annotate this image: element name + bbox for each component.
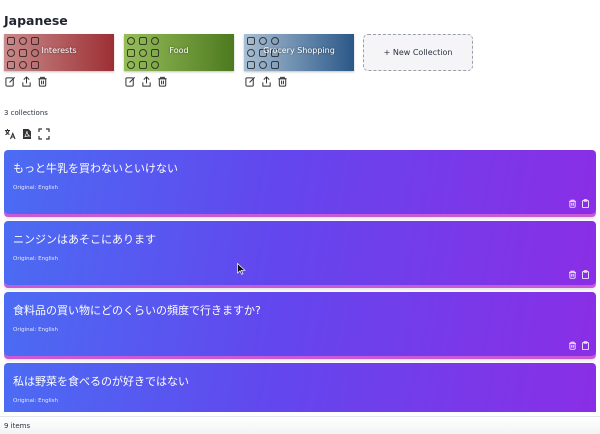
- trash-icon[interactable]: [568, 341, 577, 350]
- collection-label: Interests: [41, 46, 77, 55]
- edit-icon[interactable]: [5, 76, 16, 87]
- mouse-cursor-icon: [237, 263, 246, 275]
- collection-actions: [5, 76, 48, 87]
- clipboard-icon[interactable]: [581, 270, 590, 279]
- collection-interests: Interests: [4, 34, 114, 87]
- collections-row: Interests Food Grocery Shopping + New Co…: [4, 34, 484, 94]
- collection-actions: [245, 76, 288, 87]
- collection-grocery-shopping: Grocery Shopping: [244, 34, 354, 87]
- translate-icon[interactable]: [4, 128, 16, 140]
- collection-actions: [125, 76, 168, 87]
- original-language: Original: English: [13, 185, 58, 191]
- share-icon[interactable]: [261, 76, 272, 87]
- edit-icon[interactable]: [125, 76, 136, 87]
- phrase-card[interactable]: ニンジンはあそこにあります Original: English: [4, 221, 596, 285]
- collection-label: Food: [169, 46, 189, 55]
- phrase-text: もっと牛乳を買わないといけない: [13, 162, 178, 175]
- fullscreen-icon[interactable]: [38, 128, 50, 140]
- trash-icon[interactable]: [277, 76, 288, 87]
- trash-icon[interactable]: [568, 270, 577, 279]
- card-actions: [568, 270, 590, 279]
- collection-banner-interests[interactable]: Interests: [4, 34, 114, 71]
- original-language: Original: English: [13, 398, 58, 404]
- share-icon[interactable]: [21, 76, 32, 87]
- original-language: Original: English: [13, 256, 58, 262]
- language-title: Japanese: [4, 13, 68, 28]
- trash-icon[interactable]: [37, 76, 48, 87]
- clipboard-icon[interactable]: [581, 199, 590, 208]
- phrase-card[interactable]: もっと牛乳を買わないといけない Original: English: [4, 150, 596, 214]
- collection-food: Food: [124, 34, 234, 87]
- card-actions: [568, 199, 590, 208]
- edit-icon[interactable]: [245, 76, 256, 87]
- trash-icon[interactable]: [568, 199, 577, 208]
- new-collection-button[interactable]: + New Collection: [363, 34, 473, 71]
- phrase-text: 私は野菜を食べるのが好きではない: [13, 375, 189, 388]
- phrase-card[interactable]: 私は野菜を食べるのが好きではない Original: English: [4, 363, 596, 412]
- clipboard-icon[interactable]: [581, 341, 590, 350]
- trash-icon[interactable]: [157, 76, 168, 87]
- phrase-text: ニンジンはあそこにあります: [13, 233, 156, 246]
- collections-count: 3 collections: [4, 109, 48, 117]
- share-icon[interactable]: [141, 76, 152, 87]
- pdf-icon[interactable]: [21, 128, 33, 140]
- phrase-card[interactable]: 食料品の買い物にどのくらいの頻度で行きますか? Original: Englis…: [4, 292, 596, 356]
- card-actions: [568, 341, 590, 350]
- items-count: 9 items: [4, 422, 31, 430]
- original-language: Original: English: [13, 327, 58, 333]
- collection-banner-grocery-shopping[interactable]: Grocery Shopping: [244, 34, 354, 71]
- status-footer: 9 items: [0, 416, 600, 434]
- collection-label: Grocery Shopping: [263, 46, 335, 55]
- phrase-card-list: もっと牛乳を買わないといけない Original: English ニンジンはあ…: [4, 148, 596, 412]
- toolbar: [4, 128, 50, 140]
- collection-banner-food[interactable]: Food: [124, 34, 234, 71]
- phrase-text: 食料品の買い物にどのくらいの頻度で行きますか?: [13, 304, 261, 317]
